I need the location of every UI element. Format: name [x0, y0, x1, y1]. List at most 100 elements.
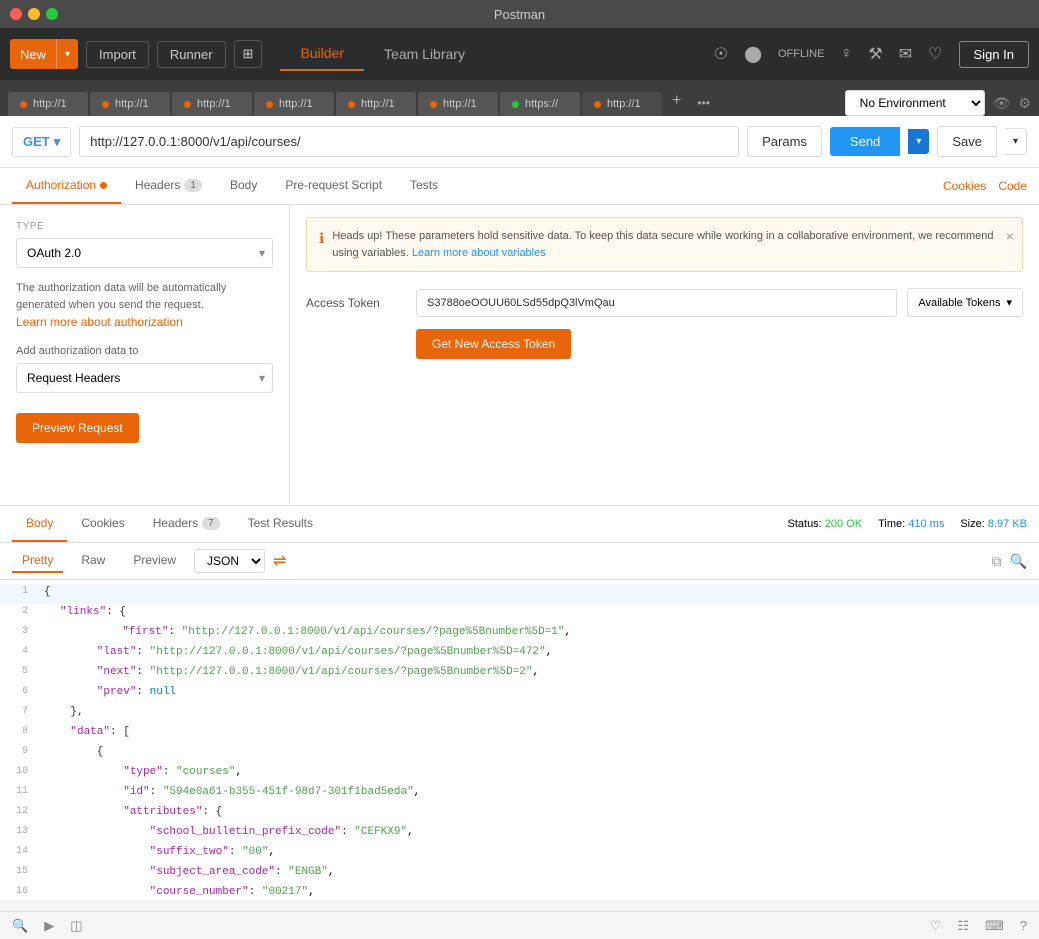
code-line: 4 "last": "http://127.0.0.1:8000/v1/api/…	[0, 644, 1039, 664]
tab-team-library[interactable]: Team Library	[364, 38, 485, 70]
globe-icon[interactable]: ☉	[714, 44, 728, 64]
runner-button[interactable]: Runner	[157, 41, 226, 68]
code-line: 9 {	[0, 744, 1039, 764]
settings-icon[interactable]: ⚙	[1018, 95, 1031, 112]
tab-authorization[interactable]: Authorization	[12, 168, 121, 204]
close-button[interactable]	[10, 8, 22, 20]
help-bottom-icon[interactable]: ?	[1020, 918, 1027, 933]
request-tabs-bar: http://1 http://1 http://1 http://1 http…	[0, 80, 1039, 116]
new-chevron-icon[interactable]: ▾	[56, 39, 78, 69]
tab-dot	[430, 101, 437, 108]
keyboard-bottom-icon[interactable]: ⌨	[985, 918, 1004, 934]
method-chevron-icon: ▾	[54, 134, 61, 150]
send-button[interactable]: Send	[830, 127, 900, 156]
url-input[interactable]	[79, 126, 739, 157]
add-tab-button[interactable]: +	[664, 86, 689, 116]
request-tab-6[interactable]: http://1	[418, 92, 498, 116]
request-tab-8[interactable]: http://1	[582, 92, 662, 116]
tab-builder[interactable]: Builder	[280, 37, 364, 71]
bell-icon[interactable]: ✉	[899, 44, 912, 64]
add-auth-label: Add authorization data to	[16, 345, 273, 357]
json-output[interactable]: 1 { 2 "links": { 3 "first": "http://127.…	[0, 580, 1039, 900]
learn-more-variables-link[interactable]: Learn more about variables	[412, 247, 546, 259]
size-value: 8.97 KB	[988, 518, 1027, 530]
tab-test-results[interactable]: Test Results	[234, 506, 327, 542]
tab-body-response[interactable]: Body	[12, 506, 67, 542]
tab-dot	[184, 101, 191, 108]
send-chevron-button[interactable]: ▾	[908, 129, 929, 154]
code-line: 15 "subject_area_code": "ENGB",	[0, 864, 1039, 884]
request-tab-5[interactable]: http://1	[336, 92, 416, 116]
add-auth-select[interactable]: Request Headers	[16, 363, 273, 393]
environment-dropdown[interactable]: No Environment	[845, 90, 985, 116]
search-icon[interactable]: 🔍	[1010, 553, 1027, 570]
save-button[interactable]: Save	[937, 126, 997, 157]
heart-icon[interactable]: ♡	[928, 44, 942, 64]
signin-button[interactable]: Sign In	[959, 41, 1029, 68]
view-tab-raw[interactable]: Raw	[71, 549, 115, 573]
more-tabs-button[interactable]: •••	[689, 90, 718, 116]
eye-icon[interactable]: 👁	[993, 95, 1011, 112]
time-value: 410 ms	[908, 518, 944, 530]
maximize-button[interactable]	[46, 8, 58, 20]
view-tab-preview[interactable]: Preview	[123, 549, 186, 573]
request-tab-1[interactable]: http://1	[8, 92, 88, 116]
bottom-bar: 🔍 ▶ ◫ ♡ ☷ ⌨ ?	[0, 911, 1039, 939]
tab-dot	[102, 101, 109, 108]
wrench-icon[interactable]: ⚒	[868, 44, 882, 64]
satellite-icon: ⬤	[744, 44, 762, 64]
tab-headers[interactable]: Headers 1	[121, 168, 216, 204]
request-tab-7[interactable]: https://	[500, 92, 580, 116]
token-label: Access Token	[306, 296, 406, 310]
tab-cookies-response[interactable]: Cookies	[67, 506, 138, 542]
layout-bottom-icon[interactable]: ◫	[70, 918, 82, 934]
search-bottom-icon[interactable]: 🔍	[12, 918, 28, 934]
code-line: 6 "prev": null	[0, 684, 1039, 704]
add-auth-select-wrapper: Request Headers	[16, 363, 273, 393]
request-tab-2[interactable]: http://1	[90, 92, 170, 116]
close-banner-button[interactable]: ×	[1006, 226, 1014, 247]
tab-label: http://1	[33, 98, 67, 110]
tab-pre-request[interactable]: Pre-request Script	[271, 168, 396, 204]
new-button[interactable]: New ▾	[10, 39, 78, 69]
code-link[interactable]: Code	[998, 179, 1027, 193]
tab-tests[interactable]: Tests	[396, 168, 452, 204]
heart-bottom-icon[interactable]: ♡	[930, 918, 942, 934]
wrap-icon[interactable]: ⇌	[273, 551, 286, 571]
main-content: TYPE OAuth 2.0 The authorization data wi…	[0, 205, 1039, 505]
code-line: 14 "suffix_two": "00",	[0, 844, 1039, 864]
copy-icon[interactable]: ⧉	[992, 553, 1002, 570]
code-line: 16 "course_number": "00217",	[0, 884, 1039, 900]
info-text: Heads up! These parameters hold sensitiv…	[332, 228, 1010, 261]
learn-more-link[interactable]: Learn more about authorization	[16, 315, 273, 329]
tab-headers-response[interactable]: Headers 7	[139, 506, 234, 542]
tab-label: http://1	[607, 98, 641, 110]
access-token-row: Access Token Available Tokens ▾	[306, 288, 1023, 317]
url-bar: GET ▾ Params Send ▾ Save ▾	[0, 116, 1039, 168]
layout2-bottom-icon[interactable]: ☷	[957, 918, 969, 934]
auth-description: The authorization data will be automatic…	[16, 280, 273, 313]
preview-request-button[interactable]: Preview Request	[16, 413, 139, 443]
more-tools-button[interactable]: ⊞	[234, 40, 263, 68]
method-dropdown[interactable]: GET ▾	[12, 127, 71, 157]
token-input[interactable]	[416, 289, 897, 317]
view-tab-pretty[interactable]: Pretty	[12, 549, 63, 573]
available-tokens-dropdown[interactable]: Available Tokens ▾	[907, 288, 1023, 317]
earth-icon[interactable]: ♀	[840, 45, 852, 63]
minimize-button[interactable]	[28, 8, 40, 20]
import-button[interactable]: Import	[86, 41, 149, 68]
auth-dot	[100, 182, 107, 189]
code-line: 13 "school_bulletin_prefix_code": "CEFKX…	[0, 824, 1039, 844]
request-tab-3[interactable]: http://1	[172, 92, 252, 116]
params-button[interactable]: Params	[747, 126, 822, 157]
nav-icons: ☉ ⬤ OFFLINE ♀ ⚒ ✉ ♡ Sign In	[714, 41, 1029, 68]
request-tab-4[interactable]: http://1	[254, 92, 334, 116]
save-chevron-button[interactable]: ▾	[1005, 128, 1027, 155]
tab-body[interactable]: Body	[216, 168, 271, 204]
runner-bottom-icon[interactable]: ▶	[44, 918, 54, 934]
format-select[interactable]: JSON	[194, 549, 265, 573]
cookies-link[interactable]: Cookies	[943, 179, 986, 193]
get-new-access-token-button[interactable]: Get New Access Token	[416, 329, 571, 359]
auth-type-select[interactable]: OAuth 2.0	[16, 238, 273, 268]
right-links: Cookies Code	[943, 179, 1027, 193]
